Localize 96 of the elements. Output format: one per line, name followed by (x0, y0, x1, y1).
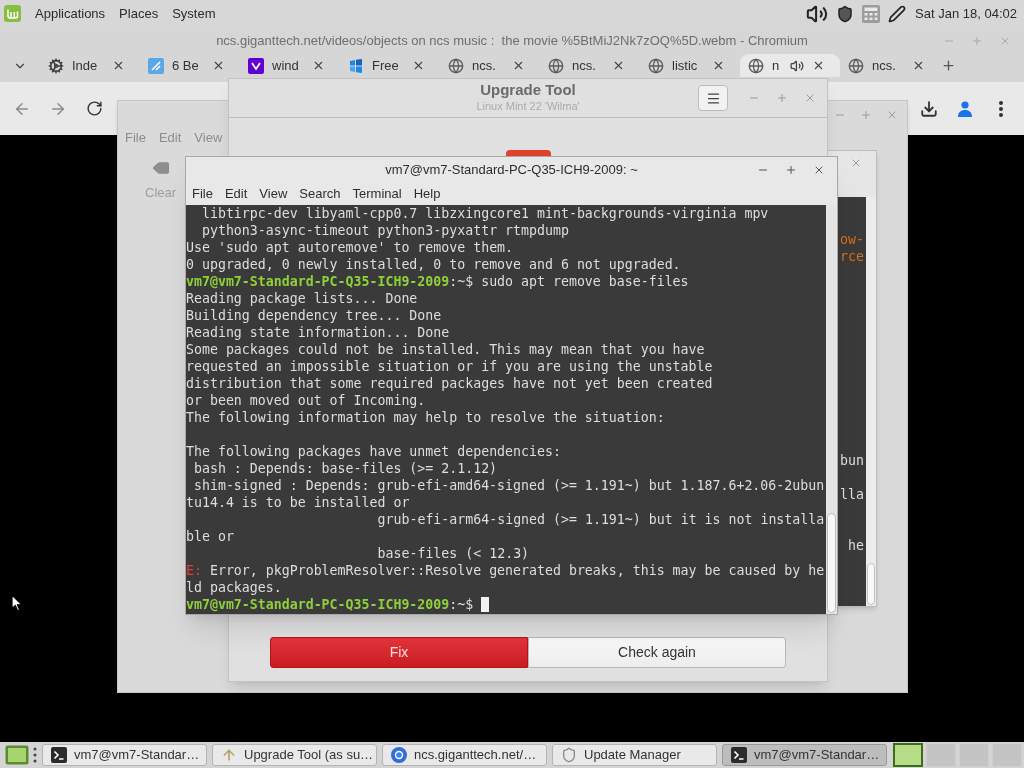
menu-button[interactable] (698, 85, 728, 111)
terminal-line: Building dependency tree... Done (186, 306, 442, 325)
terminal-icon (51, 747, 67, 763)
backspace-icon (151, 159, 170, 177)
menu-item[interactable]: View (259, 183, 288, 204)
globe-icon (748, 57, 764, 74)
menu-item[interactable]: Edit (224, 183, 248, 204)
shield-icon (561, 747, 577, 763)
globe-icon (548, 57, 564, 74)
terminal-line: The following information may help to resolve the situation: (186, 408, 665, 427)
terminal-line: tu14.4 is to be installed or (186, 493, 410, 512)
terminal-line: requested an impossible situation or if you are using the unstable (186, 357, 713, 376)
terminal-line: Some packages could not be installed. This may mean that you have (186, 340, 705, 359)
status-icon (505, 150, 551, 156)
taskbar-item[interactable]: ncs.giganttech.net/… (382, 744, 547, 766)
scrollbar-thumb[interactable] (827, 513, 836, 613)
menu-item[interactable]: Terminal (352, 183, 402, 204)
panel-menu[interactable]: Places (119, 3, 159, 24)
terminal-line: lla (840, 485, 864, 504)
keypad-icon[interactable] (862, 4, 881, 23)
browser-tab[interactable]: listic (640, 54, 740, 77)
terminal-icon (731, 747, 747, 763)
browser-tab[interactable]: ncs. (840, 54, 940, 77)
taskbar-item[interactable]: vm7@vm7-Standar… (722, 744, 887, 766)
tile-icon (148, 57, 164, 74)
terminal-line: bun (840, 451, 864, 470)
plus-icon (940, 58, 956, 73)
browser-tab[interactable]: 6 Be (140, 54, 240, 77)
workspace-tile[interactable] (893, 743, 923, 767)
terminal-line: vm7@vm7-Standard-PC-Q35-ICH9-2009:~$ (186, 595, 474, 614)
terminal-line: libtirpc-dev libyaml-cpp0.7 libzxingcore1 mint-backgrounds-virginia mpv (201, 204, 769, 223)
terminal-line: or been moved out of Incoming. (186, 391, 426, 410)
pen-icon[interactable] (888, 4, 907, 23)
more-icon (999, 100, 1003, 117)
maximize-icon (971, 34, 983, 47)
maximize-icon (776, 92, 788, 104)
window-title: vm7@vm7-Standard-PC-Q35-ICH9-2009: ~ (385, 160, 638, 179)
terminal-line: E: Error, pkgProblemResolver::Resolve generated breaks, this may be caused by he (186, 561, 825, 580)
menu-item[interactable]: Search (299, 183, 341, 204)
maximize-icon (860, 108, 872, 121)
maximize-icon (785, 163, 797, 176)
browser-tab[interactable]: Inde (40, 54, 140, 77)
terminal-line: distribution that some required packages have not yet been created (186, 374, 713, 393)
menu-logo-icon[interactable] (4, 5, 21, 22)
terminal-line: rce (840, 247, 864, 266)
terminal-line: python3-async-timeout python3-pyxattr rtmpdump (201, 221, 569, 240)
terminal-line: ow- (840, 230, 864, 249)
browser-tab[interactable]: n (740, 54, 840, 77)
close-icon (804, 92, 816, 104)
terminal-line: ble or (186, 527, 234, 546)
terminal-line: vm7@vm7-Standard-PC-Q35-ICH9-2009:~$ sudo apt remove base-files (186, 272, 689, 291)
chevron-tile-icon (248, 57, 264, 74)
terminal-line: grub-efi-arm64-signed (>= 1.191~) but it is not installa (377, 510, 825, 529)
panel-menu[interactable]: Applications (35, 3, 106, 24)
terminal-line: shim-signed : Depends: grub-efi-amd64-signed (>= 1.191~) but 1.187.6+2.06-2ubun (193, 476, 825, 495)
scrollbar[interactable] (866, 197, 876, 606)
terminal-line: 0 upgraded, 0 newly installed, 0 to remove and 6 not upgraded. (186, 255, 681, 274)
shield-icon[interactable] (836, 4, 855, 23)
panel-menu[interactable]: System (172, 3, 216, 24)
terminal-line: he (848, 536, 864, 555)
screen-icon[interactable] (5, 745, 29, 765)
fix-button[interactable]: Fix (270, 637, 528, 668)
browser-tab[interactable]: ncs. (540, 54, 640, 77)
gear-icon (48, 57, 64, 74)
mouse-pointer-icon (11, 594, 23, 612)
person-icon (958, 100, 972, 117)
terminal-line: bash : Depends: base-files (>= 2.1.12) (193, 459, 498, 478)
terminal-line: Reading state information... Done (186, 323, 450, 342)
taskbar-item[interactable]: vm7@vm7-Standar… (42, 744, 207, 766)
menu-item[interactable]: File (192, 183, 213, 204)
reload-icon (85, 100, 103, 117)
terminal-line: ld packages. (186, 578, 282, 597)
browser-tab[interactable]: Free (340, 54, 440, 77)
circle-logo-icon (391, 747, 407, 763)
window-title: ncs.giganttech.net/videos/objects on ncs music : the movie %5BtMiJ2Nk7zOQ%5D.webm - Chromium (216, 31, 808, 50)
terminal-line: Reading package lists... Done (186, 289, 418, 308)
taskbar-item[interactable]: Upgrade Tool (as su… (212, 744, 377, 766)
globe-icon (648, 57, 664, 74)
globe-icon (848, 57, 864, 74)
terminal-line: base-files (< 12.3) (377, 544, 530, 563)
scrollbar[interactable] (826, 205, 837, 614)
browser-tab[interactable]: ncs. (440, 54, 540, 77)
browser-tab[interactable]: wind (240, 54, 340, 77)
check-again-button[interactable]: Check again (528, 637, 786, 668)
menu-icon (705, 90, 721, 106)
download-icon (920, 99, 938, 118)
terminal-line: Use 'sudo apt autoremove' to remove them. (186, 238, 514, 257)
window-title: Upgrade Tool (480, 82, 576, 98)
pane-grid-icon (348, 57, 364, 74)
taskbar-item[interactable]: Update Manager (552, 744, 717, 766)
panel-clock[interactable]: Sat Jan 18, 04:02 (915, 3, 1017, 24)
scrollbar-thumb[interactable] (867, 563, 875, 605)
grip-icon (33, 746, 37, 764)
terminal-line: The following packages have unmet dependencies: (186, 442, 561, 461)
menu-item[interactable]: Help (413, 183, 441, 204)
globe-icon (448, 57, 464, 74)
